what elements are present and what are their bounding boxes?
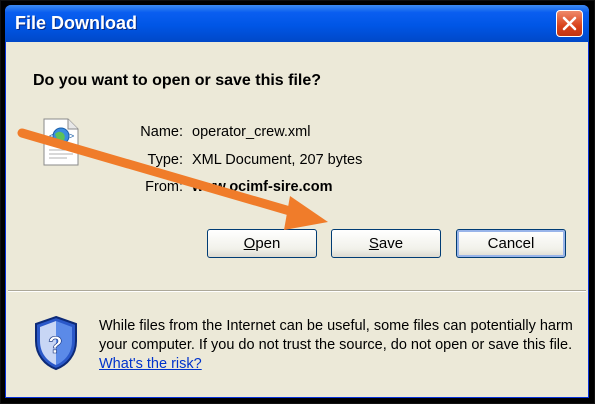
annotation-arrow (17, 128, 328, 230)
